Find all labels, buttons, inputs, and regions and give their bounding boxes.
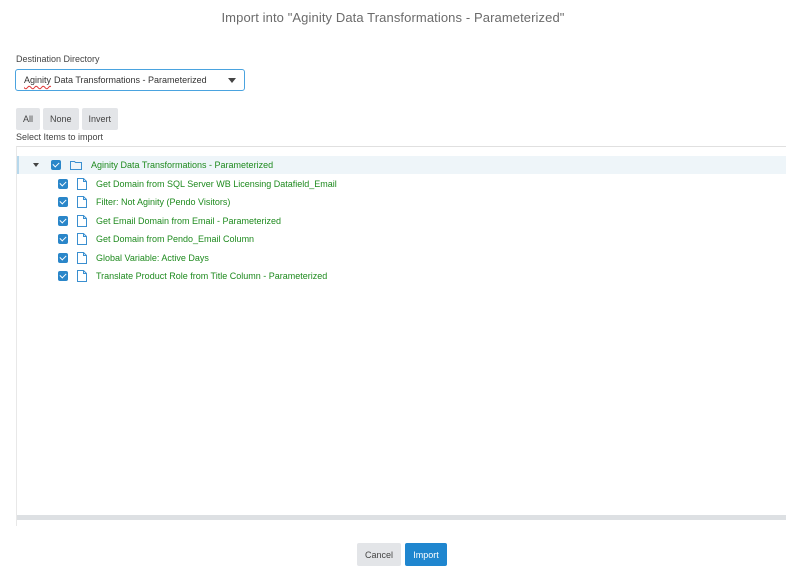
item-checkbox[interactable]: [58, 253, 68, 263]
item-checkbox[interactable]: [58, 234, 68, 244]
folder-icon: [70, 160, 82, 170]
item-label: Get Domain from Pendo_Email Column: [96, 234, 255, 244]
item-checkbox[interactable]: [58, 216, 68, 226]
invert-selection-button[interactable]: Invert: [81, 108, 119, 130]
item-label: Translate Product Role from Title Column…: [96, 271, 328, 281]
destination-value-rest: Data Transformations - Parameterized: [54, 75, 207, 85]
file-icon: [77, 270, 87, 282]
file-icon: [77, 178, 87, 190]
dialog-footer: Cancel Import: [357, 543, 447, 566]
item-checkbox[interactable]: [58, 271, 68, 281]
select-none-button[interactable]: None: [43, 108, 79, 130]
tree-item[interactable]: Filter: Not Aginity (Pendo Visitors): [17, 193, 786, 211]
file-icon: [77, 252, 87, 264]
tree-item[interactable]: Get Email Domain from Email - Parameteri…: [17, 212, 786, 230]
import-button[interactable]: Import: [405, 543, 447, 566]
select-all-button[interactable]: All: [16, 108, 41, 130]
file-icon: [77, 233, 87, 245]
chevron-down-icon: [228, 78, 236, 83]
caret-down-icon[interactable]: [33, 163, 39, 167]
item-checkbox[interactable]: [58, 197, 68, 207]
tree-item[interactable]: Get Domain from Pendo_Email Column: [17, 230, 786, 248]
tree-item[interactable]: Translate Product Role from Title Column…: [17, 267, 786, 285]
destination-select[interactable]: Aginity Data Transformations - Parameter…: [15, 69, 245, 91]
select-items-label: Select Items to import: [16, 132, 104, 142]
root-label: Aginity Data Transformations - Parameter…: [91, 160, 274, 170]
dialog-title: Import into "Aginity Data Transformation…: [221, 10, 565, 25]
item-checkbox[interactable]: [58, 179, 68, 189]
cancel-button[interactable]: Cancel: [357, 543, 401, 566]
item-label: Get Email Domain from Email - Parameteri…: [96, 216, 282, 226]
item-label: Filter: Not Aginity (Pendo Visitors): [96, 197, 231, 207]
destination-label: Destination Directory: [16, 54, 100, 64]
file-icon: [77, 215, 87, 227]
file-icon: [77, 196, 87, 208]
item-label: Global Variable: Active Days: [96, 253, 209, 263]
items-tree: Aginity Data Transformations - Parameter…: [16, 146, 786, 526]
tree-item[interactable]: Global Variable: Active Days: [17, 249, 786, 267]
destination-value-first-word: Aginity: [24, 75, 52, 85]
root-checkbox[interactable]: [51, 160, 61, 170]
item-label: Get Domain from SQL Server WB Licensing …: [96, 179, 337, 189]
tree-root-row[interactable]: Aginity Data Transformations - Parameter…: [17, 156, 786, 174]
horizontal-scrollbar[interactable]: [17, 515, 786, 520]
tree-item[interactable]: Get Domain from SQL Server WB Licensing …: [17, 175, 786, 193]
selection-buttons: All None Invert: [16, 108, 119, 130]
